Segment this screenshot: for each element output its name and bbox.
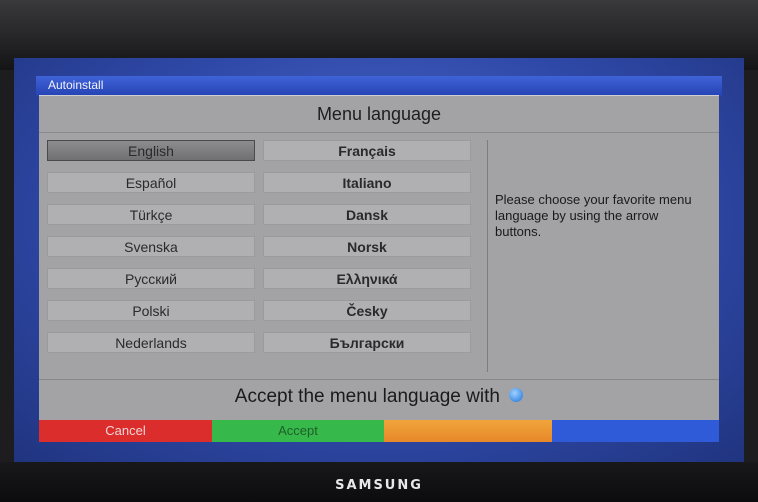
language-option-norsk[interactable]: Norsk: [263, 236, 471, 257]
language-list: English Español Türkçe Svenska Русский P…: [47, 140, 479, 366]
language-option-espanol[interactable]: Español: [47, 172, 255, 193]
accept-hint: Accept the menu language with: [39, 386, 719, 408]
language-option-greek[interactable]: Ελληνικά: [263, 268, 471, 289]
ok-button-icon: [509, 387, 524, 402]
language-option-russian[interactable]: Русский: [47, 268, 255, 289]
language-option-cesky[interactable]: Česky: [263, 300, 471, 321]
language-option-bulgarian[interactable]: Български: [263, 332, 471, 353]
language-option-polski[interactable]: Polski: [47, 300, 255, 321]
title-bar: Autoinstall: [36, 76, 722, 96]
language-option-italiano[interactable]: Italiano: [263, 172, 471, 193]
yellow-button[interactable]: [384, 420, 552, 442]
accept-button[interactable]: Accept: [212, 420, 384, 442]
tv-screen: Autoinstall Menu language English Españo…: [14, 58, 744, 462]
divider-vertical: [487, 140, 488, 372]
color-button-bar: Cancel Accept: [39, 420, 719, 442]
accept-hint-text: Accept the menu language with: [234, 386, 500, 407]
dialog-title: Menu language: [39, 96, 719, 133]
language-option-svenska[interactable]: Svenska: [47, 236, 255, 257]
menu-language-dialog: Menu language English Español Türkçe Sve…: [39, 95, 719, 421]
blue-button[interactable]: [552, 420, 719, 442]
divider-horizontal: [39, 379, 719, 380]
language-option-francais[interactable]: Français: [263, 140, 471, 161]
help-text: Please choose your favorite menu languag…: [495, 192, 692, 239]
language-option-dansk[interactable]: Dansk: [263, 204, 471, 225]
language-option-turkce[interactable]: Türkçe: [47, 204, 255, 225]
language-option-english[interactable]: English: [47, 140, 255, 161]
cancel-button[interactable]: Cancel: [39, 420, 212, 442]
brand-logo: SAMSUNG: [335, 478, 423, 493]
language-option-nederlands[interactable]: Nederlands: [47, 332, 255, 353]
window-title: Autoinstall: [48, 78, 104, 92]
